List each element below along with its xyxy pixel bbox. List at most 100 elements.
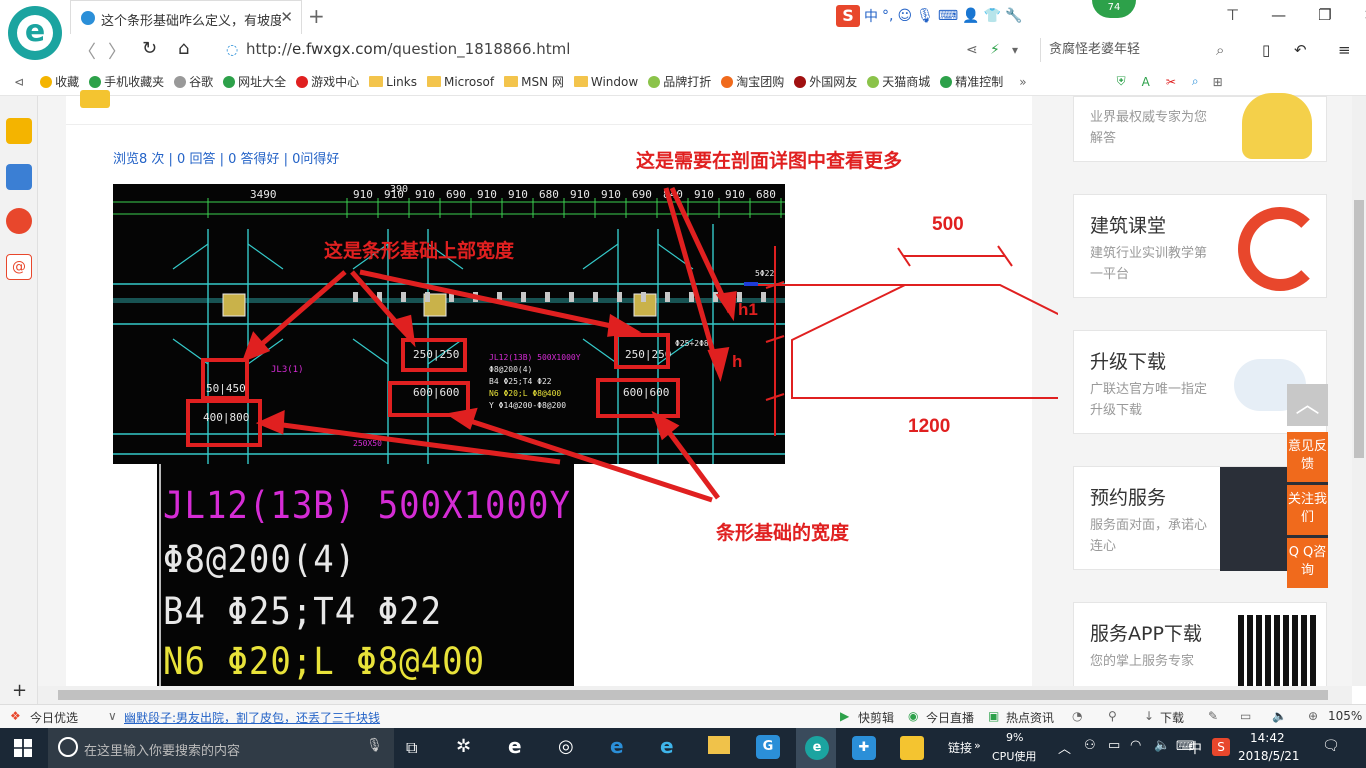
- translate-icon[interactable]: A: [1142, 75, 1150, 89]
- forward-icon[interactable]: 〉: [108, 38, 126, 64]
- browser-logo-icon[interactable]: e: [8, 6, 62, 60]
- skin-icon[interactable]: 👕: [984, 8, 1001, 24]
- clock-time[interactable]: 14:42: [1250, 731, 1285, 745]
- tab-current[interactable]: 这个条形基础咋么定义，有坡度 ✕: [70, 0, 302, 34]
- shield-icon[interactable]: ⛨: [1117, 74, 1126, 89]
- bookmark-item[interactable]: 收藏: [40, 73, 79, 90]
- status-news[interactable]: 幽默段子:男友出院，割了皮包，还丢了三千块钱: [124, 709, 380, 726]
- sound-icon[interactable]: 🔈: [1272, 709, 1287, 723]
- lightning-icon[interactable]: ⚡: [990, 42, 1000, 58]
- bookmark-item[interactable]: 淘宝团购: [721, 73, 784, 90]
- badge-count[interactable]: 74: [1092, 0, 1136, 18]
- status-zoom[interactable]: 105%: [1328, 709, 1362, 723]
- speed-icon[interactable]: ◔: [1072, 709, 1082, 723]
- user-icon[interactable]: 👤: [962, 8, 979, 24]
- pin-tool-icon[interactable]: ⚲: [1108, 709, 1117, 723]
- add-icon[interactable]: +: [12, 680, 27, 701]
- windows-start-icon[interactable]: [14, 739, 32, 757]
- browser-active-icon[interactable]: e: [805, 736, 829, 760]
- status-download[interactable]: 下载: [1160, 709, 1184, 726]
- emoji-icon[interactable]: ☺: [897, 8, 912, 24]
- new-tab-button[interactable]: +: [308, 4, 325, 28]
- edge-icon[interactable]: e: [610, 734, 624, 758]
- undo-icon[interactable]: ↶: [1294, 41, 1307, 59]
- vertical-scrollbar[interactable]: [1352, 96, 1366, 686]
- more-bookmarks-icon[interactable]: »: [1019, 75, 1026, 89]
- horizontal-scrollbar[interactable]: [38, 686, 1352, 704]
- bookmark-item[interactable]: Window: [573, 75, 638, 89]
- card-course[interactable]: 建筑课堂 建筑行业实训教学第一平台: [1073, 194, 1327, 298]
- reader-icon[interactable]: [6, 164, 32, 190]
- notification-icon[interactable]: 🗨: [1322, 738, 1340, 754]
- bookmark-item[interactable]: MSN 网: [504, 73, 564, 90]
- battery-icon[interactable]: ▭: [1108, 738, 1120, 753]
- bookmark-item[interactable]: 谷歌: [174, 73, 213, 90]
- bookmark-item[interactable]: 品牌打折: [648, 73, 711, 90]
- ime-mode-label[interactable]: 中: [864, 6, 878, 26]
- bookmark-item[interactable]: 外国网友: [794, 73, 857, 90]
- card-app[interactable]: 服务APP下载 您的掌上服务专家: [1073, 602, 1327, 692]
- status-item-0[interactable]: 快剪辑: [858, 709, 894, 726]
- wrench-icon[interactable]: 🔧: [1005, 8, 1022, 24]
- keyboard-icon[interactable]: ⌨: [938, 8, 958, 24]
- question-stats[interactable]: 浏览8 次 | 0 回答 | 0 答得好 | 0问得好: [113, 148, 339, 167]
- voice-icon[interactable]: 🎙: [916, 8, 934, 24]
- minimize-button[interactable]: —: [1271, 6, 1286, 24]
- card-expert[interactable]: 业界最权威专家为您解答: [1073, 93, 1327, 162]
- ie-icon[interactable]: e: [660, 734, 674, 758]
- sogou-icon[interactable]: S: [836, 5, 860, 27]
- grid-icon[interactable]: ⊞: [1213, 75, 1223, 89]
- edit-icon[interactable]: ✎: [1208, 709, 1218, 723]
- scroll-top-button[interactable]: ︿: [1287, 384, 1328, 426]
- tray-chevron-icon[interactable]: »: [974, 739, 981, 752]
- restore-button[interactable]: ❐: [1318, 6, 1331, 24]
- magnifier-icon[interactable]: ⌕: [1192, 74, 1199, 89]
- window-icon[interactable]: ▭: [1240, 709, 1251, 723]
- clock-date[interactable]: 2018/5/21: [1238, 749, 1300, 763]
- plus-app-icon[interactable]: ✚: [852, 736, 876, 760]
- tab-close-icon[interactable]: ✕: [280, 8, 293, 26]
- taskbar-search[interactable]: 在这里输入你要搜索的内容 🎙: [48, 728, 394, 768]
- ime-tray[interactable]: 中: [1188, 738, 1202, 758]
- bookmark-item[interactable]: 游戏中心: [296, 73, 359, 90]
- feedback-button[interactable]: 意见反馈: [1287, 432, 1328, 482]
- pin-icon[interactable]: ⊤: [1226, 6, 1239, 24]
- swirl-icon[interactable]: ◎: [558, 736, 574, 757]
- back-icon[interactable]: 〈: [78, 38, 96, 64]
- bookmark-item[interactable]: 网址大全: [223, 73, 286, 90]
- pinwheel-icon[interactable]: ✲: [456, 736, 471, 757]
- favorites-star-icon[interactable]: [6, 118, 32, 144]
- email-icon[interactable]: @: [6, 254, 32, 280]
- bookmark-item[interactable]: 精准控制: [940, 73, 1003, 90]
- qq-consult-button[interactable]: Q Q咨询: [1287, 538, 1328, 588]
- url-field[interactable]: http://e.fwxgx.com/question_1818866.html: [226, 40, 696, 62]
- vertical-scroll-thumb[interactable]: [1354, 200, 1364, 458]
- status-item-2[interactable]: 热点资讯: [1006, 709, 1054, 726]
- phone-icon[interactable]: ▯: [1262, 41, 1270, 59]
- tray-people-icon[interactable]: ⚇: [1084, 738, 1096, 753]
- file-explorer-icon[interactable]: [708, 736, 730, 754]
- browser-e-icon[interactable]: e: [508, 734, 522, 758]
- wifi-icon[interactable]: ◠: [1130, 738, 1141, 753]
- status-item-1[interactable]: 今日直播: [926, 709, 974, 726]
- task-view-icon[interactable]: ⧉: [406, 738, 417, 758]
- punct-mode-label[interactable]: °,: [882, 8, 893, 24]
- horizontal-scroll-thumb[interactable]: [58, 690, 1328, 700]
- home-icon[interactable]: ⌂: [178, 38, 189, 59]
- bookmark-item[interactable]: 天猫商城: [867, 73, 930, 90]
- scissors-icon[interactable]: ✂: [1166, 75, 1176, 89]
- sogou-tray-icon[interactable]: S: [1212, 738, 1230, 756]
- g-app-icon[interactable]: G: [756, 735, 780, 759]
- share-icon[interactable]: ⋖: [966, 42, 978, 58]
- menu-icon[interactable]: ≡: [1338, 41, 1351, 59]
- chevron-down-icon[interactable]: ▾: [1012, 43, 1018, 57]
- sidebar-toggle-icon[interactable]: ⊲: [14, 75, 24, 89]
- bookmark-item[interactable]: 手机收藏夹: [89, 73, 164, 90]
- search-input[interactable]: 贪腐怪老婆年轻: [1040, 38, 1240, 62]
- weibo-icon[interactable]: [6, 208, 32, 234]
- status-today-picks[interactable]: 今日优选: [30, 709, 78, 726]
- bookmark-item[interactable]: Links: [369, 75, 417, 89]
- tray-up-icon[interactable]: ︿: [1058, 738, 1071, 757]
- tray-link[interactable]: 链接: [948, 739, 972, 756]
- refresh-icon[interactable]: ↻: [142, 38, 157, 59]
